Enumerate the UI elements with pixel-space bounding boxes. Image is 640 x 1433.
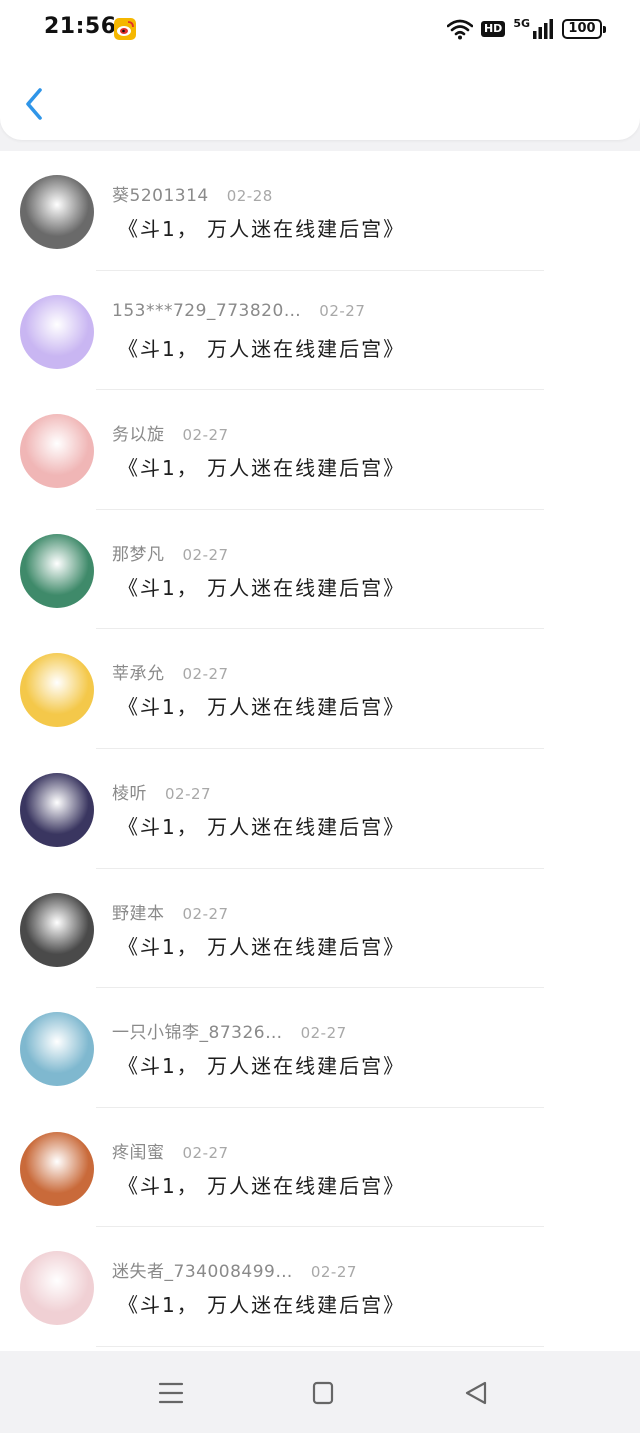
network-label: 5G <box>513 16 530 30</box>
signal-icon <box>533 19 553 39</box>
menu-icon[interactable] <box>156 1379 186 1407</box>
sender-line: 153***729_773820… 02-27 <box>112 301 365 321</box>
message-date: 02-28 <box>226 187 273 205</box>
status-bar: 21:56 HD 5G 100 <box>0 0 640 58</box>
avatar[interactable] <box>20 1131 94 1206</box>
chevron-left-icon <box>26 88 42 120</box>
sender-name[interactable]: 一只小锦李_87326… <box>112 1018 283 1043</box>
message-row[interactable]: 迷失者_734008499… 02-27 《斗1， 万人迷在线建后宫》 <box>0 1227 640 1347</box>
message-text: 《斗1， 万人迷在线建后宫》 <box>118 456 406 481</box>
message-text: 《斗1， 万人迷在线建后宫》 <box>118 1173 406 1198</box>
message-row[interactable]: 野建本 02-27 《斗1， 万人迷在线建后宫》 <box>0 869 640 989</box>
avatar[interactable] <box>20 653 94 728</box>
hd-badge: HD <box>480 21 506 37</box>
avatar[interactable] <box>20 892 94 967</box>
message-text: 《斗1， 万人迷在线建后宫》 <box>118 217 406 241</box>
avatar[interactable] <box>20 772 94 847</box>
avatar[interactable] <box>20 294 94 369</box>
message-row[interactable]: 务以旋 02-27 《斗1， 万人迷在线建后宫》 <box>0 390 640 510</box>
message-date: 02-27 <box>319 301 366 320</box>
message-row[interactable]: 153***729_773820… 02-27 《斗1， 万人迷在线建后宫》 <box>0 271 640 391</box>
sender-line: 一只小锦李_87326… 02-27 <box>112 1018 347 1043</box>
sender-line: 棱听 02-27 <box>112 779 211 804</box>
wifi-icon <box>446 19 473 40</box>
system-nav-bar <box>0 1351 640 1433</box>
message-text: 《斗1， 万人迷在线建后宫》 <box>118 1293 406 1318</box>
avatar[interactable] <box>20 414 94 489</box>
message-row[interactable]: 那梦凡 02-27 《斗1， 万人迷在线建后宫》 <box>0 510 640 630</box>
sender-name[interactable]: 疼闺蜜 <box>112 1138 165 1163</box>
sender-name[interactable]: 153***729_773820… <box>112 301 301 321</box>
sender-line: 野建本 02-27 <box>112 899 229 924</box>
message-date: 02-27 <box>182 545 229 564</box>
message-text: 《斗1， 万人迷在线建后宫》 <box>118 1054 406 1079</box>
sender-name[interactable]: 棱听 <box>112 779 147 804</box>
sender-line: 葵5201314 02-28 <box>112 181 273 206</box>
status-time: 21:56 <box>44 14 117 39</box>
message-text: 《斗1， 万人迷在线建后宫》 <box>118 695 406 720</box>
message-text: 《斗1， 万人迷在线建后宫》 <box>118 575 406 600</box>
sender-name[interactable]: 那梦凡 <box>112 540 165 565</box>
message-row[interactable]: 葵5201314 02-28 《斗1， 万人迷在线建后宫》 <box>0 151 640 271</box>
sender-name[interactable]: 葵5201314 <box>112 181 209 206</box>
message-date: 02-27 <box>182 426 229 445</box>
avatar[interactable] <box>20 175 94 249</box>
message-row[interactable]: 疼闺蜜 02-27 《斗1， 万人迷在线建后宫》 <box>0 1108 640 1228</box>
sender-name[interactable]: 务以旋 <box>112 420 165 445</box>
header: 21:56 HD 5G 100 <box>0 0 640 140</box>
sender-line: 务以旋 02-27 <box>112 420 229 445</box>
status-icons: HD 5G 100 <box>446 16 606 42</box>
message-row[interactable]: 棱听 02-27 《斗1， 万人迷在线建后宫》 <box>0 749 640 869</box>
sender-line: 疼闺蜜 02-27 <box>112 1138 229 1163</box>
message-date: 02-27 <box>182 904 229 923</box>
sender-name[interactable]: 野建本 <box>112 899 165 924</box>
triangle-back-icon[interactable] <box>461 1379 491 1407</box>
back-button[interactable] <box>18 82 54 126</box>
sender-name[interactable]: 迷失者_734008499… <box>112 1257 293 1282</box>
sender-name[interactable]: 莘承允 <box>112 659 165 684</box>
weibo-icon <box>114 18 136 40</box>
message-text: 《斗1， 万人迷在线建后宫》 <box>118 336 406 361</box>
message-row[interactable]: 一只小锦李_87326… 02-27 《斗1， 万人迷在线建后宫》 <box>0 988 640 1108</box>
avatar[interactable] <box>20 1251 94 1326</box>
sender-line: 莘承允 02-27 <box>112 659 229 684</box>
message-date: 02-27 <box>182 1143 229 1162</box>
sender-line: 迷失者_734008499… 02-27 <box>112 1257 357 1282</box>
message-text: 《斗1， 万人迷在线建后宫》 <box>118 934 406 959</box>
avatar[interactable] <box>20 533 94 608</box>
avatar[interactable] <box>20 1012 94 1087</box>
sender-line: 那梦凡 02-27 <box>112 540 229 565</box>
home-square-icon[interactable] <box>308 1379 338 1407</box>
message-row[interactable]: 莘承允 02-27 《斗1， 万人迷在线建后宫》 <box>0 629 640 749</box>
message-date: 02-27 <box>310 1263 357 1282</box>
message-list: 葵5201314 02-28 《斗1， 万人迷在线建后宫》 153***729_773… <box>0 151 640 1351</box>
message-date: 02-27 <box>182 665 229 684</box>
message-date: 02-27 <box>165 784 212 803</box>
message-date: 02-27 <box>300 1024 347 1043</box>
battery-indicator: 100 <box>562 19 606 39</box>
message-text: 《斗1， 万人迷在线建后宫》 <box>118 814 406 839</box>
